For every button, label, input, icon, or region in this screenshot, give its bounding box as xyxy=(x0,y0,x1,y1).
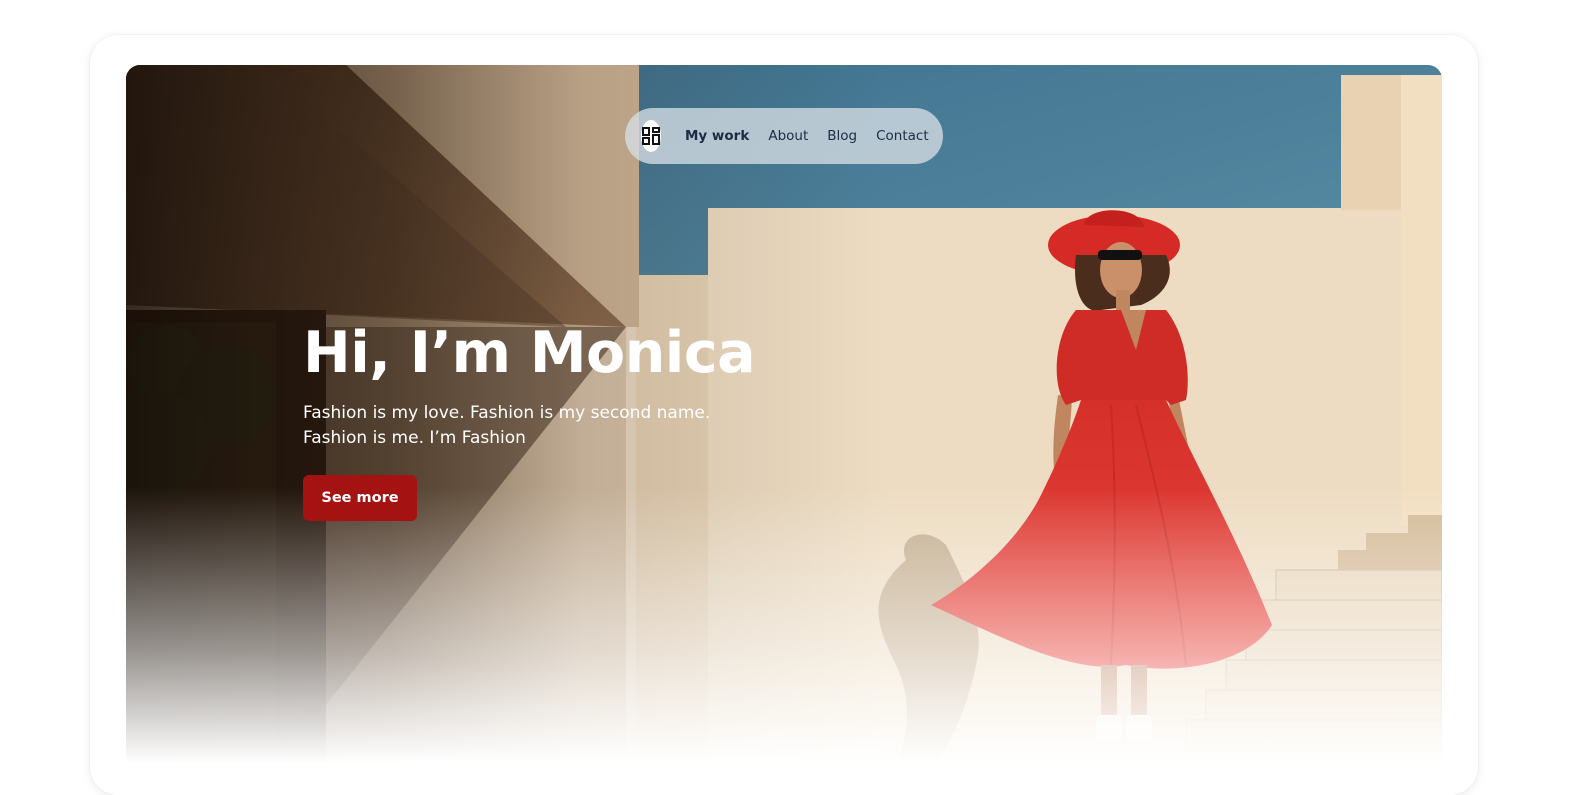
tagline-line-2: Fashion is me. I’m Fashion xyxy=(303,428,526,448)
nav-item-about[interactable]: About xyxy=(768,128,808,144)
nav-item-contact[interactable]: Contact xyxy=(876,128,929,144)
hero-headline: Hi, I’m Monica xyxy=(303,320,756,386)
nav-item-blog[interactable]: Blog xyxy=(827,128,857,144)
hero-section: My work About Blog Contact Hi, I’m Monic… xyxy=(126,65,1442,787)
grid-logo-icon[interactable] xyxy=(641,120,661,152)
bottom-fade-overlay xyxy=(126,487,1442,787)
hero-tagline: Fashion is my love. Fashion is my second… xyxy=(303,401,733,451)
nav-item-my-work[interactable]: My work xyxy=(685,128,749,144)
tagline-line-1: Fashion is my love. Fashion is my second… xyxy=(303,403,711,423)
see-more-button[interactable]: See more xyxy=(303,475,417,521)
top-navbar: My work About Blog Contact xyxy=(625,108,943,164)
